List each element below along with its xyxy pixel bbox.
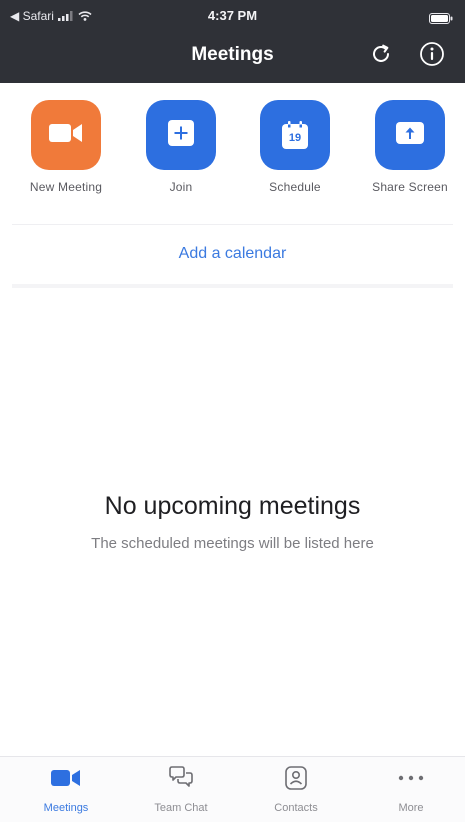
calendar-icon: 19 bbox=[282, 121, 308, 149]
tab-bar: Meetings Team Chat Contacts More bbox=[0, 756, 465, 822]
header: ◀ Safari 4:37 PM Meetings bbox=[0, 0, 465, 83]
chat-bubbles-icon bbox=[166, 765, 196, 791]
info-icon bbox=[419, 41, 445, 72]
meetings-screen: ◀ Safari 4:37 PM Meetings New Meeting Jo… bbox=[0, 0, 465, 822]
calendar-day: 19 bbox=[288, 132, 302, 144]
plus-icon bbox=[168, 119, 194, 151]
tab-team-chat-label: Team Chat bbox=[154, 802, 208, 814]
tab-meetings[interactable]: Meetings bbox=[21, 765, 111, 814]
more-dots-icon bbox=[396, 765, 426, 791]
meeting-actions: New Meeting Join 19 Schedule Share Scree… bbox=[0, 100, 465, 204]
new-meeting-tile[interactable] bbox=[31, 100, 101, 170]
schedule-button[interactable]: 19 Schedule bbox=[240, 100, 350, 194]
video-camera-icon bbox=[51, 765, 81, 791]
refresh-icon bbox=[369, 42, 393, 71]
status-bar: ◀ Safari 4:37 PM bbox=[0, 0, 465, 34]
schedule-label: Schedule bbox=[269, 180, 321, 194]
info-button[interactable] bbox=[418, 41, 446, 72]
empty-state-title: No upcoming meetings bbox=[104, 492, 361, 520]
join-label: Join bbox=[169, 180, 193, 194]
refresh-button[interactable] bbox=[367, 42, 395, 70]
share-screen-tile[interactable] bbox=[375, 100, 445, 170]
battery-icon bbox=[429, 11, 453, 24]
share-screen-button[interactable]: Share Screen bbox=[355, 100, 465, 194]
tab-team-chat[interactable]: Team Chat bbox=[136, 765, 226, 814]
tab-meetings-label: Meetings bbox=[43, 802, 89, 814]
share-screen-label: Share Screen bbox=[372, 180, 448, 194]
share-upload-icon bbox=[396, 121, 424, 149]
add-calendar-link[interactable]: Add a calendar bbox=[0, 245, 465, 263]
join-tile[interactable] bbox=[146, 100, 216, 170]
tab-contacts-label: Contacts bbox=[274, 802, 318, 814]
video-camera-icon bbox=[49, 122, 83, 149]
empty-state-subtitle: The scheduled meetings will be listed he… bbox=[91, 535, 374, 552]
tab-more-label: More bbox=[398, 802, 424, 814]
section-divider bbox=[12, 284, 453, 288]
contacts-icon bbox=[281, 765, 311, 791]
tab-contacts[interactable]: Contacts bbox=[251, 765, 341, 814]
new-meeting-button[interactable]: New Meeting bbox=[11, 100, 121, 194]
new-meeting-label: New Meeting bbox=[29, 180, 103, 194]
schedule-tile[interactable]: 19 bbox=[260, 100, 330, 170]
join-button[interactable]: Join bbox=[126, 100, 236, 194]
tab-more[interactable]: More bbox=[366, 765, 456, 814]
divider bbox=[12, 224, 453, 225]
status-time: 4:37 PM bbox=[207, 8, 258, 23]
page-title: Meetings bbox=[191, 44, 274, 65]
